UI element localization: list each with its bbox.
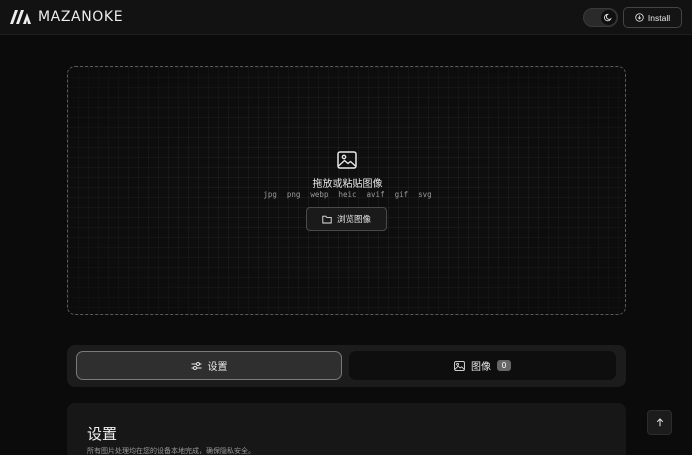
format-label: png (286, 190, 301, 199)
arrow-up-icon (656, 418, 663, 427)
format-label: jpg (263, 190, 277, 199)
theme-knob (601, 10, 616, 25)
browse-label: 浏览图像 (336, 215, 371, 225)
settings-title: 设置 (87, 425, 118, 443)
format-label: webp (310, 190, 329, 199)
format-label: avif (366, 190, 385, 199)
supported-formats: jpg png webp heic avif gif svg (68, 190, 625, 199)
format-label: gif (394, 190, 409, 199)
install-label: Install (647, 12, 671, 23)
tab-images[interactable]: 图像 0 (349, 351, 616, 380)
brand-logo[interactable]: MAZANOKE (10, 9, 123, 25)
dropzone-title: 拖放或粘贴图像 (312, 179, 383, 190)
settings-description: 所有图片处理均在您的设备本地完成，确保隐私安全。 (87, 447, 255, 455)
brand-name: MAZANOKE (38, 9, 124, 25)
browse-images-button[interactable]: 浏览图像 (306, 207, 387, 231)
theme-toggle[interactable] (583, 8, 618, 27)
folder-icon (322, 215, 332, 223)
moon-icon (604, 13, 612, 22)
download-circle-icon (635, 13, 644, 22)
install-button[interactable]: Install (623, 7, 682, 28)
image-icon (337, 151, 357, 169)
view-tabs: 设置 图像 0 (67, 345, 626, 387)
tab-images-label: 图像 (471, 362, 491, 373)
images-count-badge: 0 (497, 360, 511, 371)
format-label: svg (418, 190, 432, 199)
image-dropzone[interactable]: 拖放或粘贴图像 jpg png webp heic avif gif svg 浏… (67, 66, 626, 315)
app-header: MAZANOKE Install (0, 0, 692, 35)
format-label: heic (338, 190, 357, 199)
scroll-to-top-button[interactable] (647, 410, 672, 435)
tab-settings-label: 设置 (207, 362, 228, 373)
image-icon (454, 360, 465, 371)
logo-mark-icon (10, 10, 31, 24)
sliders-icon (191, 361, 201, 370)
tab-settings[interactable]: 设置 (76, 351, 342, 380)
settings-panel: 设置 所有图片处理均在您的设备本地完成，确保隐私安全。 (67, 403, 626, 455)
